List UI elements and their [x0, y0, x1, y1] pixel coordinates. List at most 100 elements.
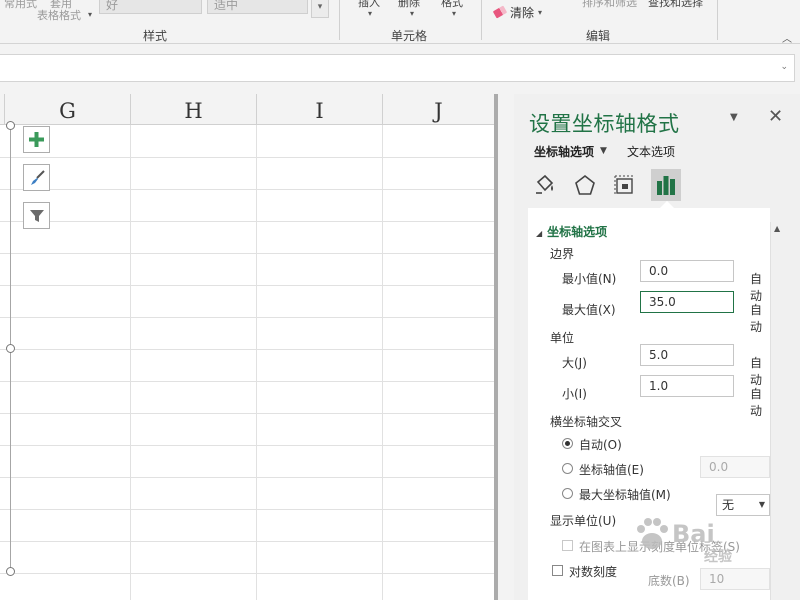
gridline [0, 509, 494, 510]
column-header-h[interactable]: H [130, 94, 256, 125]
expand-formula-bar-icon[interactable]: ⌄ [780, 62, 788, 72]
gridline [256, 125, 257, 600]
delete-button[interactable]: 删除 [398, 0, 420, 10]
gridline [0, 189, 494, 190]
min-value-input[interactable]: 0.0 [640, 260, 734, 282]
minor-unit-input[interactable]: 1.0 [640, 375, 734, 397]
minor-label: 小(I) [562, 387, 587, 401]
gridline [0, 381, 494, 382]
gridline [0, 253, 494, 254]
worksheet-grid[interactable]: G H I J [0, 94, 494, 600]
close-icon[interactable]: ✕ [768, 106, 783, 127]
min-label: 最小值(N) [562, 272, 617, 286]
group-label-cells: 单元格 [391, 29, 428, 43]
collapse-ribbon-icon[interactable]: ︿ [782, 30, 792, 45]
cross-auto-label: 自动(O) [579, 438, 622, 452]
cross-axis-value-input[interactable]: 0.0 [700, 456, 770, 478]
tab-text-options[interactable]: 文本选项 [627, 143, 675, 160]
cross-max-radio[interactable] [562, 488, 573, 499]
minor-auto-label: 自动 [750, 387, 763, 418]
scroll-up-icon[interactable]: ▲ [774, 224, 780, 233]
gridline [0, 445, 494, 446]
styles-gallery-more[interactable]: ▾ [311, 0, 329, 18]
style-good[interactable]: 好 [99, 0, 202, 14]
log-scale-label: 对数刻度 [569, 565, 618, 579]
gridline [0, 573, 494, 574]
formula-bar-input[interactable]: ⌄ [0, 54, 795, 82]
chart-elements-button[interactable] [23, 126, 50, 153]
cross-max-label: 最大坐标轴值(M) [579, 488, 671, 502]
gridline [382, 125, 383, 600]
axis-options-tab[interactable] [651, 169, 681, 201]
ribbon-cut-style-button[interactable]: 常用式 [4, 0, 37, 11]
column-headers: G H I J [0, 94, 494, 125]
find-select-button[interactable]: 查找和选择 [648, 0, 703, 10]
min-auto-label: 自动 [750, 272, 763, 303]
watermark-text: Bai [672, 520, 715, 548]
max-label: 最大值(X) [562, 303, 616, 317]
chevron-down-icon: ▾ [410, 9, 415, 18]
cross-axis-value-label: 坐标轴值(E) [579, 463, 644, 477]
table-format-button[interactable]: 表格格式 [37, 7, 81, 23]
gridline [0, 413, 494, 414]
chevron-down-icon: ▼ [758, 500, 765, 509]
chart-styles-button[interactable] [23, 164, 50, 191]
display-units-label: 显示单位(U) [550, 514, 617, 528]
column-header-i[interactable]: I [256, 94, 382, 125]
cross-auto-radio[interactable] [562, 438, 573, 449]
selected-tab-pointer [660, 201, 674, 208]
chevron-down-icon[interactable]: ▼ [600, 146, 607, 156]
gridline [0, 349, 494, 350]
tab-axis-options[interactable]: 坐标轴选项 [534, 143, 594, 160]
clear-button[interactable]: 清除 ▾ [492, 2, 543, 22]
chart-resize-handle[interactable] [6, 121, 15, 130]
gridline [0, 221, 494, 222]
sort-filter-button[interactable]: 排序和筛选 [582, 0, 637, 10]
major-auto-label: 自动 [750, 356, 763, 387]
max-auto-label: 自动 [750, 303, 763, 334]
gridline [0, 477, 494, 478]
column-header-g[interactable]: G [4, 94, 130, 125]
eraser-icon [492, 5, 508, 19]
vertical-scrollbar[interactable] [494, 94, 498, 600]
baidu-watermark: Bai 经验 [628, 510, 758, 565]
size-properties-tab[interactable] [610, 169, 640, 201]
effects-tab[interactable] [570, 169, 600, 201]
filter-icon [29, 209, 44, 222]
column-header-j[interactable]: J [382, 94, 494, 125]
group-separator [339, 0, 340, 40]
ribbon: 常用式 套用 表格格式 ▾ 好 适中 ▾ 样式 插入 ▾ 删除 ▾ 格式 ▾ 单… [0, 0, 800, 45]
axis-options-bar-icon [657, 176, 675, 195]
pane-options-icon[interactable]: ▼ [730, 112, 738, 123]
chart-filters-button[interactable] [23, 202, 50, 229]
cross-axis-value-radio[interactable] [562, 463, 573, 474]
chart-resize-handle[interactable] [6, 567, 15, 576]
group-label-styles: 样式 [143, 29, 168, 43]
gridline [0, 285, 494, 286]
collapse-triangle-icon: ◢ [536, 229, 543, 238]
section-axis-options[interactable]: ◢ 坐标轴选项 [536, 223, 607, 240]
section-title: 坐标轴选项 [547, 225, 608, 239]
pane-scrollbar[interactable]: ▲ [770, 222, 786, 600]
gridline [0, 157, 494, 158]
log-scale-checkbox[interactable] [552, 565, 563, 576]
log-base-label: 底数(B) [648, 574, 690, 588]
watermark-sub: 经验 [704, 549, 732, 565]
log-base-input[interactable]: 10 [700, 568, 770, 590]
fill-line-tab[interactable] [530, 169, 560, 201]
chevron-down-icon: ▾ [538, 7, 543, 17]
group-label-edit: 编辑 [586, 29, 611, 43]
style-neutral[interactable]: 适中 [207, 0, 308, 14]
gridline [130, 125, 131, 600]
pane-title: 设置坐标轴格式 [529, 112, 680, 136]
major-unit-input[interactable]: 5.0 [640, 344, 734, 366]
bounds-label: 边界 [550, 247, 575, 261]
chevron-down-icon: ▾ [452, 9, 457, 18]
max-value-input[interactable]: 35.0 [640, 291, 734, 313]
chart-resize-handle[interactable] [6, 344, 15, 353]
gridline [0, 317, 494, 318]
cell-area[interactable] [0, 125, 494, 600]
group-separator [717, 0, 718, 40]
show-units-label-checkbox[interactable] [562, 540, 573, 551]
chevron-down-icon: ▾ [368, 9, 373, 18]
